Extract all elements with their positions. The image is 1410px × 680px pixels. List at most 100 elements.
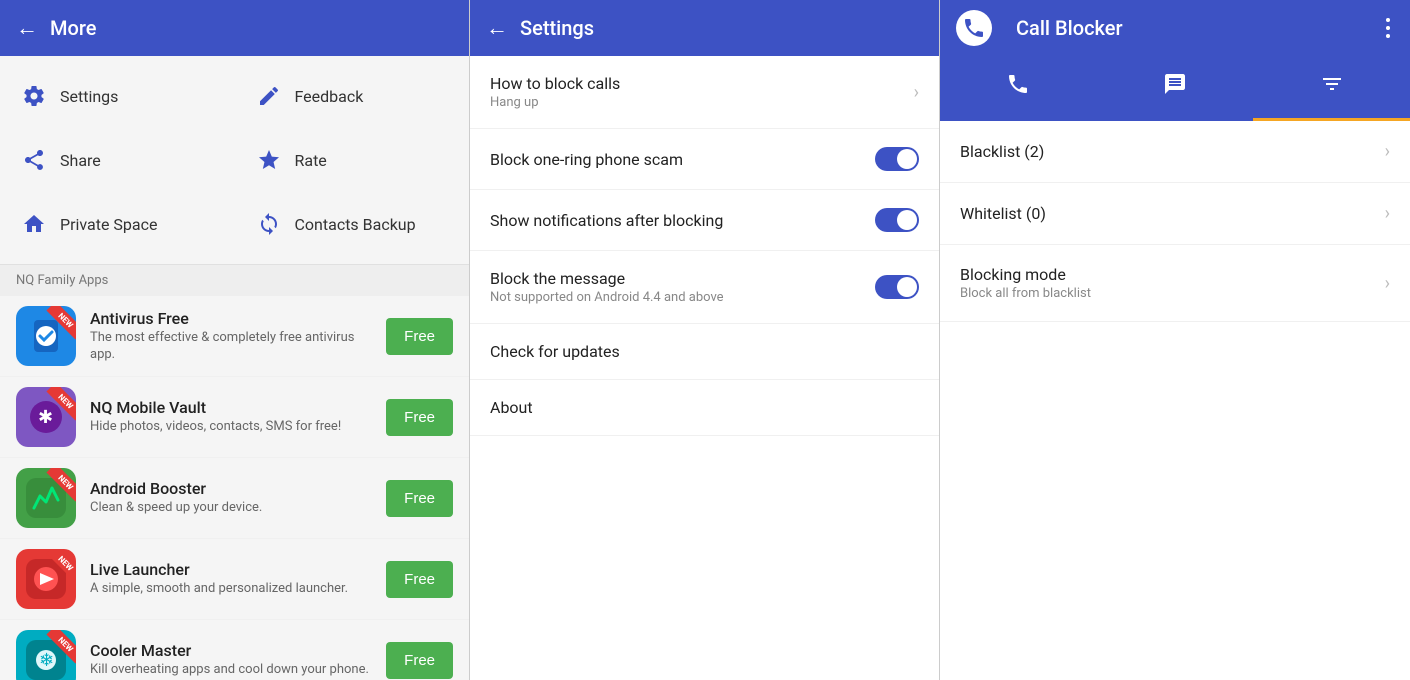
private-space-label: Private Space bbox=[60, 215, 157, 234]
block-one-ring-toggle[interactable] bbox=[875, 147, 919, 171]
menu-item-private-space[interactable]: Private Space bbox=[0, 192, 235, 256]
list-item: NEW Android Booster Clean & speed up you… bbox=[0, 458, 469, 539]
block-message-toggle[interactable] bbox=[875, 275, 919, 299]
middle-header: ← Settings bbox=[470, 0, 939, 56]
settings-item-block-one-ring[interactable]: Block one-ring phone scam bbox=[470, 129, 939, 190]
app-name: NQ Mobile Vault bbox=[90, 398, 378, 417]
app-info: Live Launcher A simple, smooth and perso… bbox=[90, 560, 378, 598]
app-info: NQ Mobile Vault Hide photos, videos, con… bbox=[90, 398, 378, 436]
check-updates-title: Check for updates bbox=[490, 342, 919, 361]
block-message-content: Block the message Not supported on Andro… bbox=[490, 269, 875, 305]
free-button[interactable]: Free bbox=[386, 642, 453, 679]
right-panel: Call Blocker Blacklist (2) › bbox=[940, 0, 1410, 680]
block-message-subtitle: Not supported on Android 4.4 and above bbox=[490, 290, 875, 305]
whitelist-title: Whitelist (0) bbox=[960, 204, 1385, 223]
free-button[interactable]: Free bbox=[386, 480, 453, 517]
how-to-block-title: How to block calls bbox=[490, 74, 914, 93]
share-icon bbox=[20, 146, 48, 174]
tab-filter[interactable] bbox=[1253, 56, 1410, 121]
block-message-title: Block the message bbox=[490, 269, 875, 288]
app-info: Antivirus Free The most effective & comp… bbox=[90, 309, 378, 364]
settings-item-block-message[interactable]: Block the message Not supported on Andro… bbox=[470, 251, 939, 324]
call-blocker-logo bbox=[956, 10, 992, 46]
vault-icon: ✱ NEW bbox=[16, 387, 76, 447]
contacts-backup-icon bbox=[255, 210, 283, 238]
whitelist-chevron: › bbox=[1385, 203, 1390, 224]
blocking-mode-content: Blocking mode Block all from blacklist bbox=[960, 265, 1385, 301]
app-desc: Hide photos, videos, contacts, SMS for f… bbox=[90, 419, 378, 436]
menu-item-contacts-backup[interactable]: Contacts Backup bbox=[235, 192, 470, 256]
how-to-block-content: How to block calls Hang up bbox=[490, 74, 914, 110]
app-list: NEW Antivirus Free The most effective & … bbox=[0, 296, 469, 680]
free-button[interactable]: Free bbox=[386, 318, 453, 355]
block-one-ring-title: Block one-ring phone scam bbox=[490, 150, 875, 169]
call-blocker-list: Blacklist (2) › Whitelist (0) › Blocking… bbox=[940, 121, 1410, 680]
settings-icon bbox=[20, 82, 48, 110]
antivirus-icon: NEW bbox=[16, 306, 76, 366]
message-tab-icon bbox=[1163, 72, 1187, 102]
about-title: About bbox=[490, 398, 919, 417]
toggle-on-icon bbox=[875, 208, 919, 232]
call-blocker-tabs bbox=[940, 56, 1410, 121]
list-item: ✱ NEW NQ Mobile Vault Hide photos, video… bbox=[0, 377, 469, 458]
middle-title: Settings bbox=[520, 16, 923, 40]
free-button[interactable]: Free bbox=[386, 399, 453, 436]
settings-item-show-notifications[interactable]: Show notifications after blocking bbox=[470, 190, 939, 251]
cooler-icon: ❄ NEW bbox=[16, 630, 76, 680]
settings-list: How to block calls Hang up › Block one-r… bbox=[470, 56, 939, 680]
app-name: Live Launcher bbox=[90, 560, 378, 579]
menu-item-rate[interactable]: Rate bbox=[235, 128, 470, 192]
booster-icon: NEW bbox=[16, 468, 76, 528]
left-header: ← More bbox=[0, 0, 469, 56]
middle-panel: ← Settings How to block calls Hang up › … bbox=[470, 0, 940, 680]
blacklist-chevron: › bbox=[1385, 141, 1390, 162]
left-title: More bbox=[50, 16, 453, 40]
how-to-block-subtitle: Hang up bbox=[490, 95, 914, 110]
blacklist-item[interactable]: Blacklist (2) › bbox=[940, 121, 1410, 183]
filter-tab-icon bbox=[1320, 72, 1344, 102]
right-title: Call Blocker bbox=[1016, 16, 1382, 40]
left-panel: ← More Settings Feedback Share Rate bbox=[0, 0, 470, 680]
settings-label: Settings bbox=[60, 87, 118, 106]
middle-back-button[interactable]: ← bbox=[486, 15, 508, 41]
whitelist-item[interactable]: Whitelist (0) › bbox=[940, 183, 1410, 245]
list-item: NEW Live Launcher A simple, smooth and p… bbox=[0, 539, 469, 620]
blocking-mode-chevron: › bbox=[1385, 273, 1390, 294]
menu-item-settings[interactable]: Settings bbox=[0, 64, 235, 128]
back-button[interactable]: ← bbox=[16, 15, 38, 41]
settings-item-how-to-block[interactable]: How to block calls Hang up › bbox=[470, 56, 939, 129]
app-name: Antivirus Free bbox=[90, 309, 378, 328]
section-label: NQ Family Apps bbox=[16, 273, 108, 288]
settings-item-check-updates[interactable]: Check for updates bbox=[470, 324, 939, 380]
show-notifications-toggle[interactable] bbox=[875, 208, 919, 232]
tab-phone[interactable] bbox=[940, 56, 1097, 121]
app-info: Android Booster Clean & speed up your de… bbox=[90, 479, 378, 517]
menu-item-share[interactable]: Share bbox=[0, 128, 235, 192]
toggle-on-icon bbox=[875, 275, 919, 299]
app-desc: The most effective & completely free ant… bbox=[90, 330, 378, 364]
blocking-mode-item[interactable]: Blocking mode Block all from blacklist › bbox=[940, 245, 1410, 322]
app-name: Cooler Master bbox=[90, 641, 378, 660]
right-header: Call Blocker bbox=[940, 0, 1410, 56]
menu-item-feedback[interactable]: Feedback bbox=[235, 64, 470, 128]
settings-item-about[interactable]: About bbox=[470, 380, 939, 436]
blacklist-content: Blacklist (2) bbox=[960, 142, 1385, 161]
about-content: About bbox=[490, 398, 919, 417]
show-notifications-content: Show notifications after blocking bbox=[490, 211, 875, 230]
tab-message[interactable] bbox=[1097, 56, 1254, 121]
contacts-backup-label: Contacts Backup bbox=[295, 215, 416, 234]
app-name: Android Booster bbox=[90, 479, 378, 498]
free-button[interactable]: Free bbox=[386, 561, 453, 598]
toggle-on-icon bbox=[875, 147, 919, 171]
chevron-icon: › bbox=[914, 82, 919, 103]
blocking-mode-title: Blocking mode bbox=[960, 265, 1385, 284]
feedback-icon bbox=[255, 82, 283, 110]
private-space-icon bbox=[20, 210, 48, 238]
app-desc: Clean & speed up your device. bbox=[90, 500, 378, 517]
more-options-button[interactable] bbox=[1382, 14, 1394, 42]
list-item: NEW Antivirus Free The most effective & … bbox=[0, 296, 469, 377]
check-updates-content: Check for updates bbox=[490, 342, 919, 361]
launcher-icon: NEW bbox=[16, 549, 76, 609]
app-info: Cooler Master Kill overheating apps and … bbox=[90, 641, 378, 679]
list-item: ❄ NEW Cooler Master Kill overheating app… bbox=[0, 620, 469, 680]
